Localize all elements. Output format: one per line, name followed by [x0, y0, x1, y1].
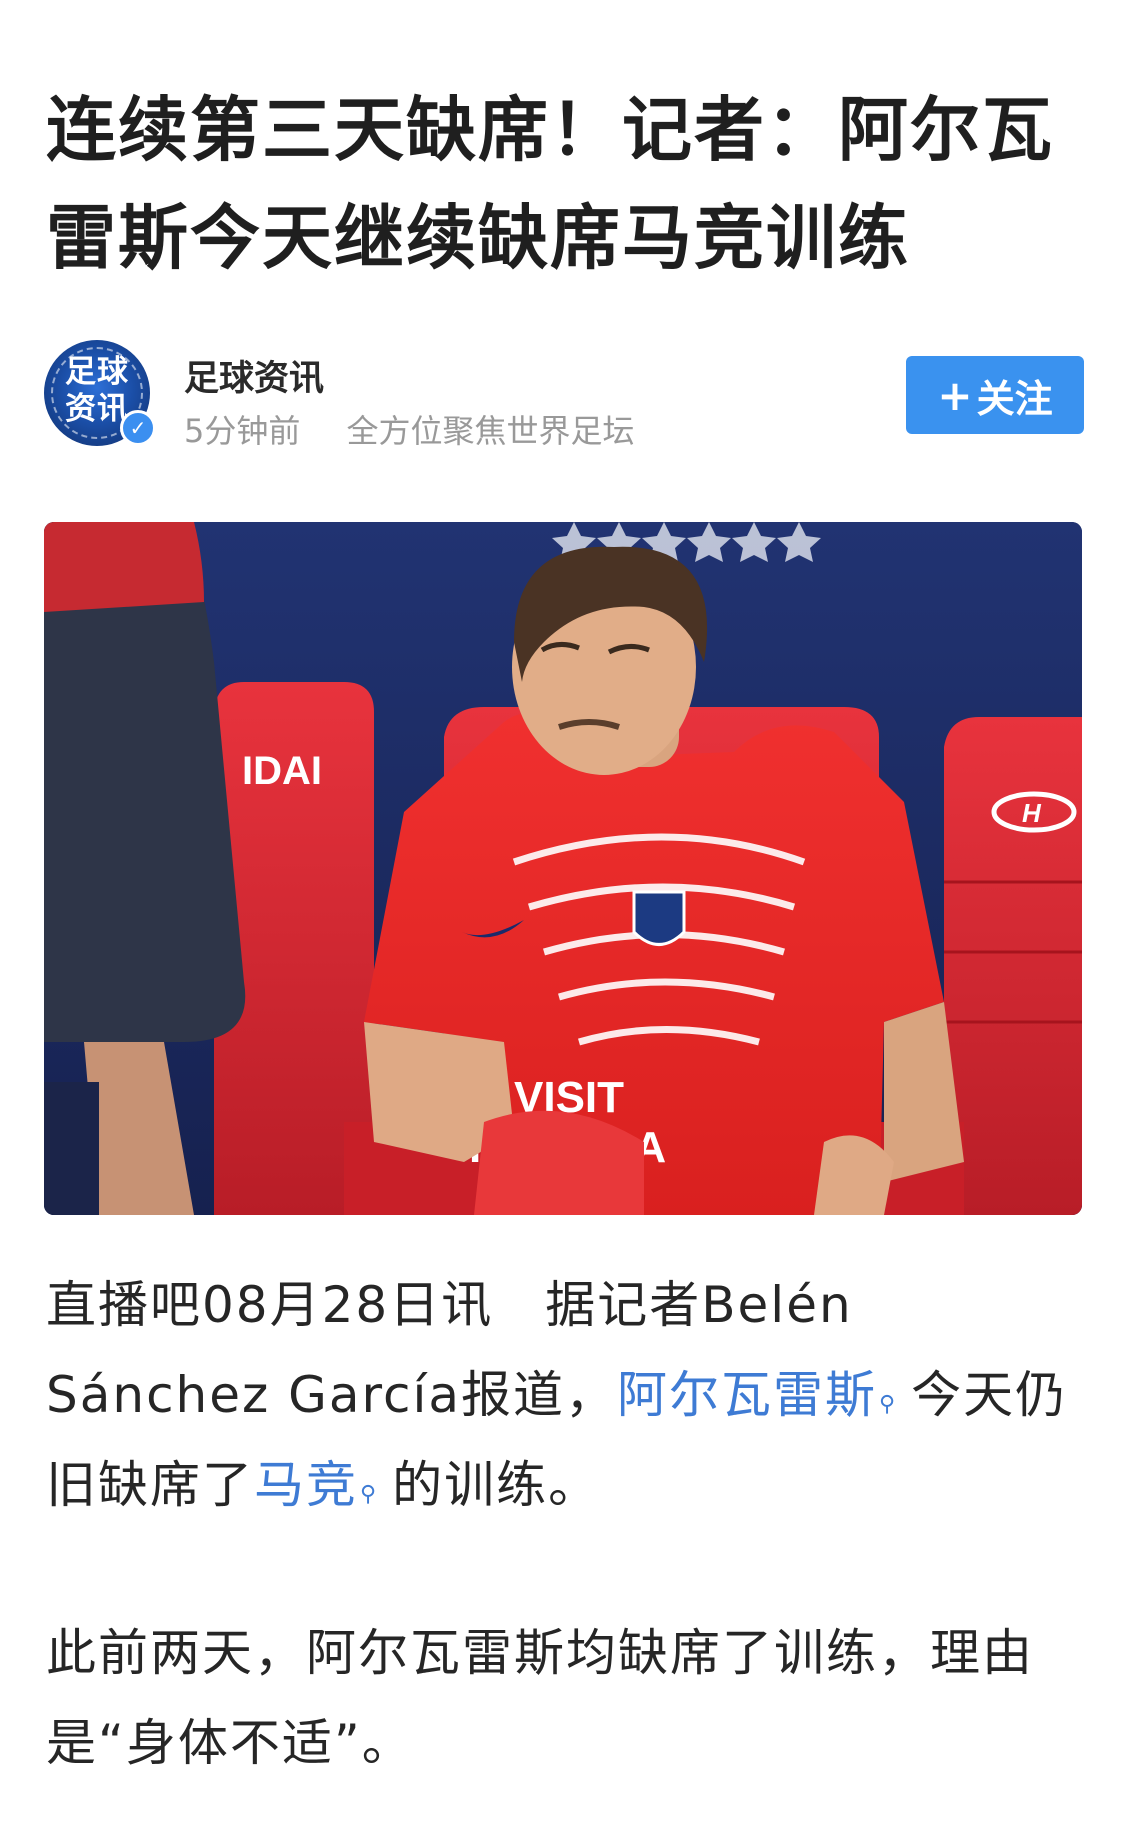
article-title-line1: 连续第三天缺席！记者：阿尔瓦 [46, 89, 1054, 171]
plus-icon: + [937, 370, 973, 420]
post-time: 5分钟前 [184, 412, 301, 450]
author-description: 全方位聚焦世界足坛 [346, 412, 635, 450]
player-link[interactable]: 阿尔瓦雷斯 [617, 1366, 877, 1424]
follow-button[interactable]: + 关注 [906, 356, 1084, 434]
follow-label: 关注 [976, 376, 1053, 421]
author-name[interactable]: 足球资讯 [184, 350, 324, 401]
author-bar: 足球 资讯 ✓ 足球资讯 5分钟前 全方位聚焦世界足坛 + 关注 [44, 340, 1084, 450]
author-meta: 5分钟前 全方位聚焦世界足坛 [184, 406, 635, 452]
photo-illustration: IDAI H VISIT RWANDA [44, 522, 1082, 1215]
article-photo[interactable]: IDAI H VISIT RWANDA [44, 522, 1082, 1215]
seat-brand-text: IDAI [242, 749, 322, 793]
club-link[interactable]: 马竞 [254, 1456, 358, 1514]
body-paragraph-2: 此前两天，阿尔瓦雷斯均缺席了训练，理由是“身体不适”。 [46, 1624, 1034, 1772]
article-title-line2: 雷斯今天继续缺席马竞训练 [46, 197, 910, 279]
verified-badge-icon: ✓ [120, 410, 156, 446]
body-paragraph-1: 直播吧08月28日讯 据记者Belén Sánchez García报道，阿尔瓦… [46, 1276, 1068, 1514]
svg-text:H: H [1022, 798, 1042, 828]
article-title: 连续第三天缺席！记者：阿尔瓦 雷斯今天继续缺席马竞训练 [46, 76, 1086, 292]
search-link-icon[interactable]: ⚲ [879, 1392, 897, 1417]
search-link-icon[interactable]: ⚲ [360, 1482, 378, 1507]
